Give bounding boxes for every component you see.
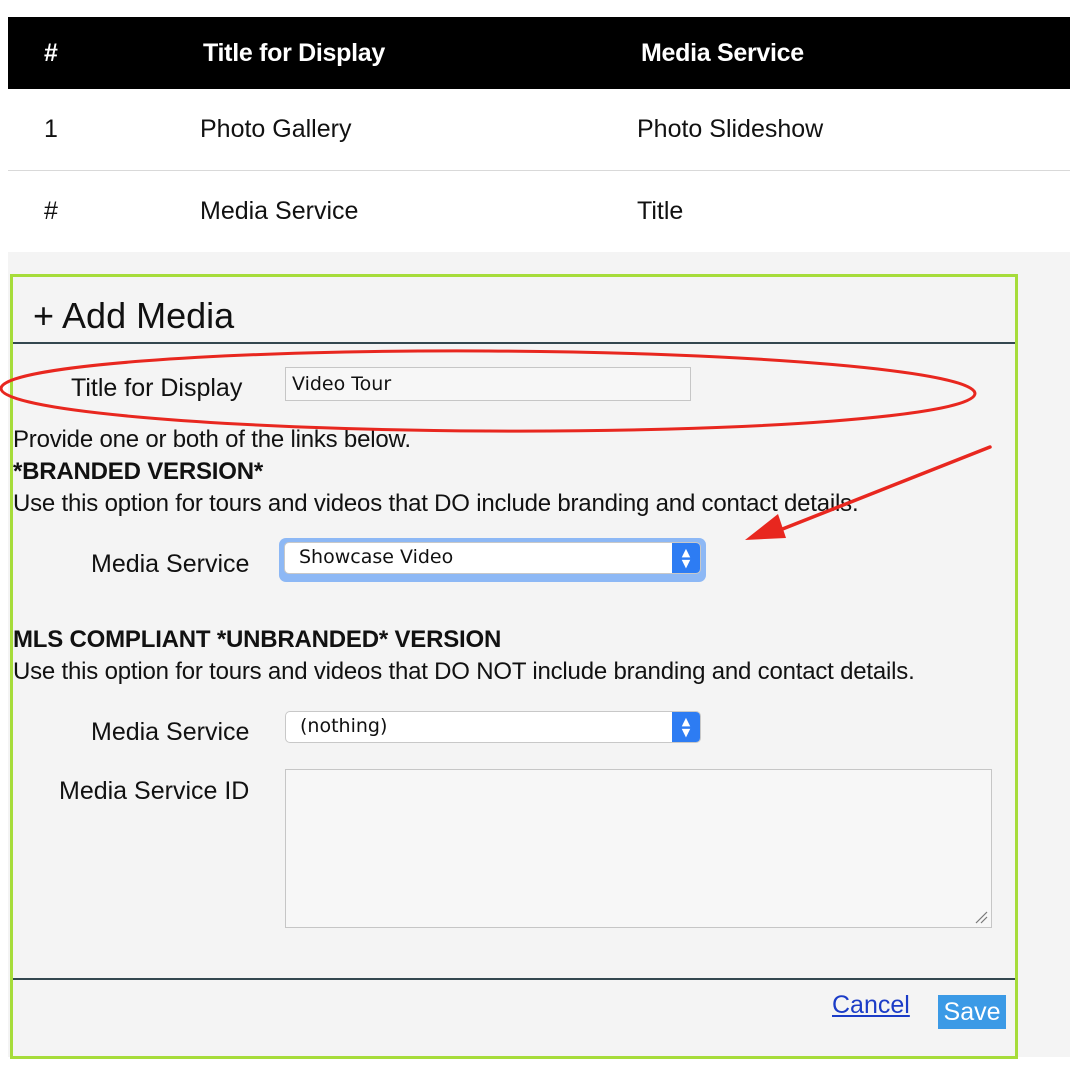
unbranded-description: Use this option for tours and videos tha… — [13, 658, 915, 685]
column-header-number[interactable]: # — [8, 17, 200, 89]
intro-text: Provide one or both of the links below. — [13, 426, 411, 453]
column-header-service[interactable]: Media Service — [637, 17, 1070, 89]
title-for-display-input[interactable] — [285, 367, 691, 401]
unbranded-media-service-select[interactable]: (nothing) ▲ ▼ — [285, 711, 701, 743]
table-row[interactable]: # Media Service Title — [8, 170, 1070, 253]
branded-heading: *BRANDED VERSION* — [13, 458, 263, 485]
chevron-up-down-icon: ▲ ▼ — [672, 712, 700, 742]
column-header-title[interactable]: Title for Display — [200, 17, 637, 89]
table-cell: Title — [637, 170, 1070, 253]
chevron-up-down-icon: ▲ ▼ — [672, 543, 700, 573]
panel-title: + Add Media — [33, 295, 235, 336]
resize-grip-icon[interactable] — [974, 910, 988, 924]
media-service-id-label: Media Service ID — [59, 777, 250, 805]
unbranded-media-service-label: Media Service — [91, 718, 250, 746]
add-media-panel: + Add Media Title for Display Provide on… — [10, 274, 1018, 1059]
branded-media-service-value: Showcase Video — [299, 546, 454, 568]
table-cell: Photo Gallery — [200, 89, 637, 171]
divider — [13, 342, 1015, 344]
table-cell: # — [8, 170, 200, 253]
unbranded-heading: MLS COMPLIANT *UNBRANDED* VERSION — [13, 626, 502, 653]
table-header-row: # Title for Display Media Service — [8, 17, 1070, 89]
table-cell: 1 — [8, 89, 200, 171]
table-cell: Photo Slideshow — [637, 89, 1070, 171]
media-table: # Title for Display Media Service 1 Phot… — [8, 17, 1070, 253]
divider — [13, 978, 1015, 980]
branded-description: Use this option for tours and videos tha… — [13, 490, 859, 517]
title-for-display-label: Title for Display — [71, 374, 243, 402]
branded-media-service-label: Media Service — [91, 550, 250, 578]
table-row[interactable]: 1 Photo Gallery Photo Slideshow — [8, 89, 1070, 171]
cancel-link[interactable]: Cancel — [832, 991, 910, 1020]
unbranded-media-service-value: (nothing) — [300, 715, 388, 737]
table-cell: Media Service — [200, 170, 637, 253]
save-button[interactable]: Save — [938, 995, 1006, 1029]
branded-media-service-select[interactable]: Showcase Video ▲ ▼ — [284, 542, 701, 574]
media-service-id-textarea[interactable] — [285, 769, 992, 928]
